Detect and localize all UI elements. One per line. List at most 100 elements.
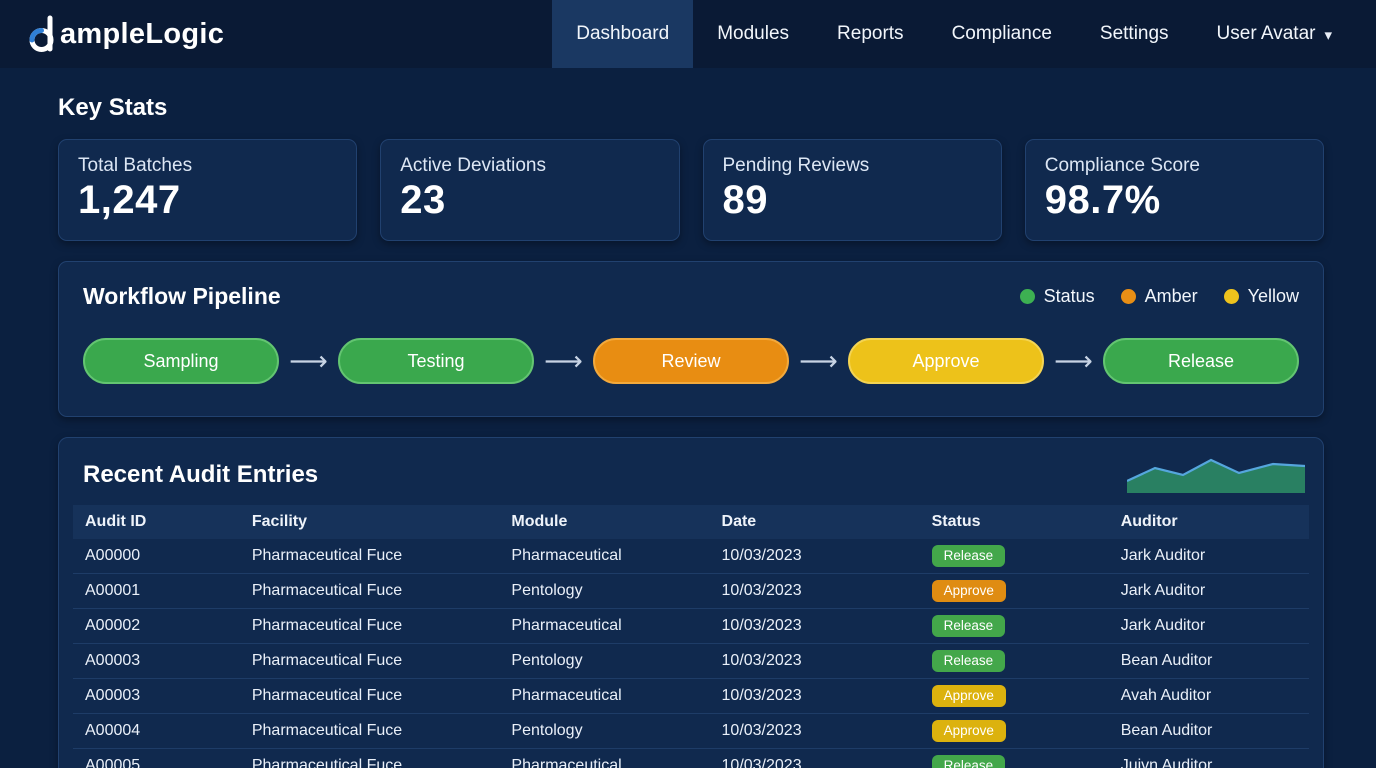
nav-item-dashboard[interactable]: Dashboard xyxy=(552,0,693,68)
main-nav: Dashboard Modules Reports Compliance Set… xyxy=(552,0,1356,68)
cell-date: 10/03/2023 xyxy=(710,539,920,574)
brand-name: ampleLogic xyxy=(60,18,224,51)
stage-testing[interactable]: Testing xyxy=(338,338,534,384)
workflow-pipeline-title: Workflow Pipeline xyxy=(83,283,281,310)
cell-auditor: Bean Auditor xyxy=(1109,644,1309,679)
status-badge: Release xyxy=(932,545,1006,567)
stage-review[interactable]: Review xyxy=(593,338,789,384)
status-badge: Release xyxy=(932,650,1006,672)
table-row: A00002 Pharmaceutical Fuce Pharmaceutica… xyxy=(73,609,1309,644)
cell-status: Approve xyxy=(920,714,1109,749)
stage-sampling[interactable]: Sampling xyxy=(83,338,279,384)
nav-item-compliance[interactable]: Compliance xyxy=(928,0,1076,68)
cell-module: Pentology xyxy=(499,644,709,679)
arrow-right-icon: ⟶ xyxy=(1054,346,1093,377)
table-row: A00004 Pharmaceutical Fuce Pentology 10/… xyxy=(73,714,1309,749)
status-badge: Approve xyxy=(932,580,1006,602)
nav-item-settings[interactable]: Settings xyxy=(1076,0,1193,68)
top-navbar: ampleLogic Dashboard Modules Reports Com… xyxy=(0,0,1376,68)
cell-status: Release xyxy=(920,609,1109,644)
cell-audit-id: A00002 xyxy=(73,609,240,644)
cell-date: 10/03/2023 xyxy=(710,644,920,679)
stage-release[interactable]: Release xyxy=(1103,338,1299,384)
cell-status: Approve xyxy=(920,574,1109,609)
legend-item-yellow: Yellow xyxy=(1224,286,1299,307)
audit-trend-sparkline xyxy=(1127,451,1305,498)
arrow-right-icon: ⟶ xyxy=(289,346,328,377)
status-badge: Approve xyxy=(932,720,1006,742)
legend-label: Amber xyxy=(1145,286,1198,307)
cell-facility: Pharmaceutical Fuce xyxy=(240,539,500,574)
arrow-right-icon: ⟶ xyxy=(544,346,583,377)
amber-dot-icon xyxy=(1121,289,1136,304)
cell-auditor: Jark Auditor xyxy=(1109,539,1309,574)
table-row: A00005 Pharmaceutical Fuce Pharmaceutica… xyxy=(73,749,1309,768)
brand-d-icon xyxy=(28,14,58,54)
column-header-module[interactable]: Module xyxy=(499,505,709,539)
status-badge: Release xyxy=(932,755,1006,768)
column-header-auditor[interactable]: Auditor xyxy=(1109,505,1309,539)
cell-status: Release xyxy=(920,644,1109,679)
legend-item-amber: Amber xyxy=(1121,286,1198,307)
cell-date: 10/03/2023 xyxy=(710,749,920,768)
arrow-right-icon: ⟶ xyxy=(799,346,838,377)
brand-logo[interactable]: ampleLogic xyxy=(28,14,224,54)
table-row: A00000 Pharmaceutical Fuce Pharmaceutica… xyxy=(73,539,1309,574)
key-stats-title: Key Stats xyxy=(58,94,1324,122)
cell-audit-id: A00003 xyxy=(73,679,240,714)
cell-facility: Pharmaceutical Fuce xyxy=(240,679,500,714)
cell-module: Pentology xyxy=(499,714,709,749)
cell-date: 10/03/2023 xyxy=(710,609,920,644)
cell-date: 10/03/2023 xyxy=(710,574,920,609)
cell-audit-id: A00003 xyxy=(73,644,240,679)
user-avatar-menu[interactable]: User Avatar ▾ xyxy=(1193,0,1356,68)
cell-facility: Pharmaceutical Fuce xyxy=(240,749,500,768)
cell-facility: Pharmaceutical Fuce xyxy=(240,714,500,749)
cell-status: Release xyxy=(920,749,1109,768)
legend-label: Yellow xyxy=(1248,286,1299,307)
cell-auditor: Avah Auditor xyxy=(1109,679,1309,714)
column-header-status[interactable]: Status xyxy=(920,505,1109,539)
cell-auditor: Juivn Auditor xyxy=(1109,749,1309,768)
stat-label: Pending Reviews xyxy=(723,155,982,177)
column-header-facility[interactable]: Facility xyxy=(240,505,500,539)
nav-item-reports[interactable]: Reports xyxy=(813,0,928,68)
recent-audit-entries-title: Recent Audit Entries xyxy=(83,461,1309,489)
table-row: A00001 Pharmaceutical Fuce Pentology 10/… xyxy=(73,574,1309,609)
status-badge: Release xyxy=(932,615,1006,637)
cell-facility: Pharmaceutical Fuce xyxy=(240,574,500,609)
workflow-pipeline-card: Workflow Pipeline Status Amber Yellow Sa… xyxy=(58,261,1324,417)
pipeline-stages: Sampling ⟶ Testing ⟶ Review ⟶ Approve ⟶ … xyxy=(83,338,1299,384)
cell-auditor: Bean Auditor xyxy=(1109,714,1309,749)
cell-facility: Pharmaceutical Fuce xyxy=(240,644,500,679)
cell-status: Release xyxy=(920,539,1109,574)
cell-audit-id: A00005 xyxy=(73,749,240,768)
cell-date: 10/03/2023 xyxy=(710,679,920,714)
stat-card-active-deviations: Active Deviations 23 xyxy=(380,139,679,241)
cell-module: Pharmaceutical xyxy=(499,539,709,574)
key-stats-grid: Total Batches 1,247 Active Deviations 23… xyxy=(58,139,1324,241)
cell-audit-id: A00000 xyxy=(73,539,240,574)
stat-value: 89 xyxy=(723,178,982,223)
nav-item-modules[interactable]: Modules xyxy=(693,0,813,68)
column-header-date[interactable]: Date xyxy=(710,505,920,539)
chevron-down-icon: ▾ xyxy=(1324,26,1332,44)
audit-table-header: Audit ID Facility Module Date Status Aud… xyxy=(73,505,1309,539)
user-avatar-label: User Avatar xyxy=(1217,23,1316,45)
stat-value: 23 xyxy=(400,178,659,223)
stat-card-compliance-score: Compliance Score 98.7% xyxy=(1025,139,1324,241)
stat-value: 1,247 xyxy=(78,178,337,223)
stat-value: 98.7% xyxy=(1045,178,1304,223)
cell-auditor: Jark Auditor xyxy=(1109,609,1309,644)
green-dot-icon xyxy=(1020,289,1035,304)
stat-card-total-batches: Total Batches 1,247 xyxy=(58,139,357,241)
stat-label: Active Deviations xyxy=(400,155,659,177)
column-header-audit-id[interactable]: Audit ID xyxy=(73,505,240,539)
cell-module: Pharmaceutical xyxy=(499,609,709,644)
audit-table: Audit ID Facility Module Date Status Aud… xyxy=(73,505,1309,768)
stage-approve[interactable]: Approve xyxy=(848,338,1044,384)
stat-label: Compliance Score xyxy=(1045,155,1304,177)
cell-module: Pharmaceutical xyxy=(499,749,709,768)
cell-audit-id: A00004 xyxy=(73,714,240,749)
stat-label: Total Batches xyxy=(78,155,337,177)
